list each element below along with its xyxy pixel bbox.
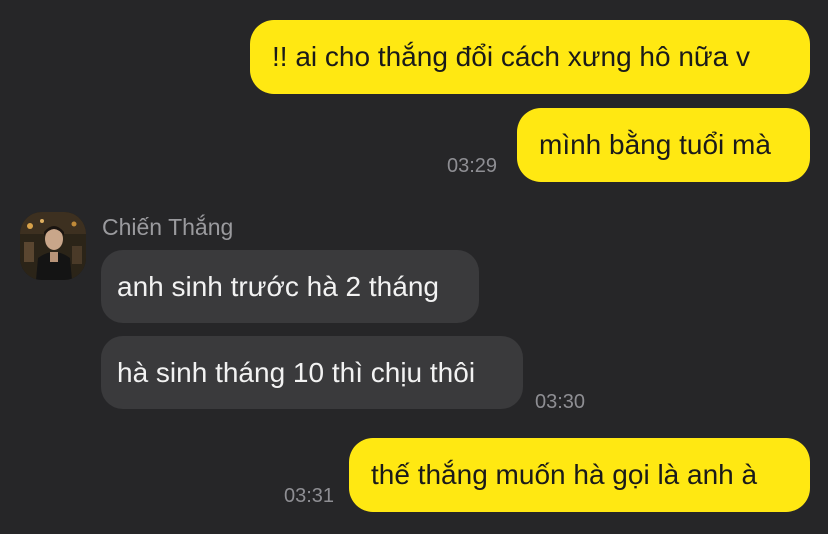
- message-text: thế thắng muốn hà gọi là anh à: [371, 459, 758, 490]
- incoming-message-bubble[interactable]: anh sinh trước hà 2 tháng: [101, 250, 479, 323]
- message-text: anh sinh trước hà 2 tháng: [117, 270, 439, 302]
- outgoing-message-bubble[interactable]: thế thắng muốn hà gọi là anh à: [349, 438, 810, 512]
- incoming-message-bubble[interactable]: hà sinh tháng 10 thì chịu thôi: [101, 336, 523, 409]
- sender-name: Chiến Thắng: [102, 214, 234, 240]
- message-text: hà sinh tháng 10 thì chịu thôi: [117, 356, 476, 388]
- chat-thread[interactable]: !! ai cho thắng đổi cách xưng hô nữa v 0…: [0, 0, 828, 534]
- outgoing-message-bubble[interactable]: !! ai cho thắng đổi cách xưng hô nữa v: [250, 20, 810, 94]
- message-text: !! ai cho thắng đổi cách xưng hô nữa v: [272, 41, 751, 72]
- profile-photo-icon: [20, 212, 86, 280]
- sender-avatar[interactable]: [20, 212, 86, 280]
- message-timestamp: 03:31: [284, 485, 335, 507]
- message-text: mình bằng tuổi mà: [539, 129, 771, 160]
- message-timestamp: 03:29: [447, 155, 498, 177]
- message-timestamp: 03:30: [535, 391, 586, 413]
- outgoing-message-bubble[interactable]: mình bằng tuổi mà: [517, 108, 810, 182]
